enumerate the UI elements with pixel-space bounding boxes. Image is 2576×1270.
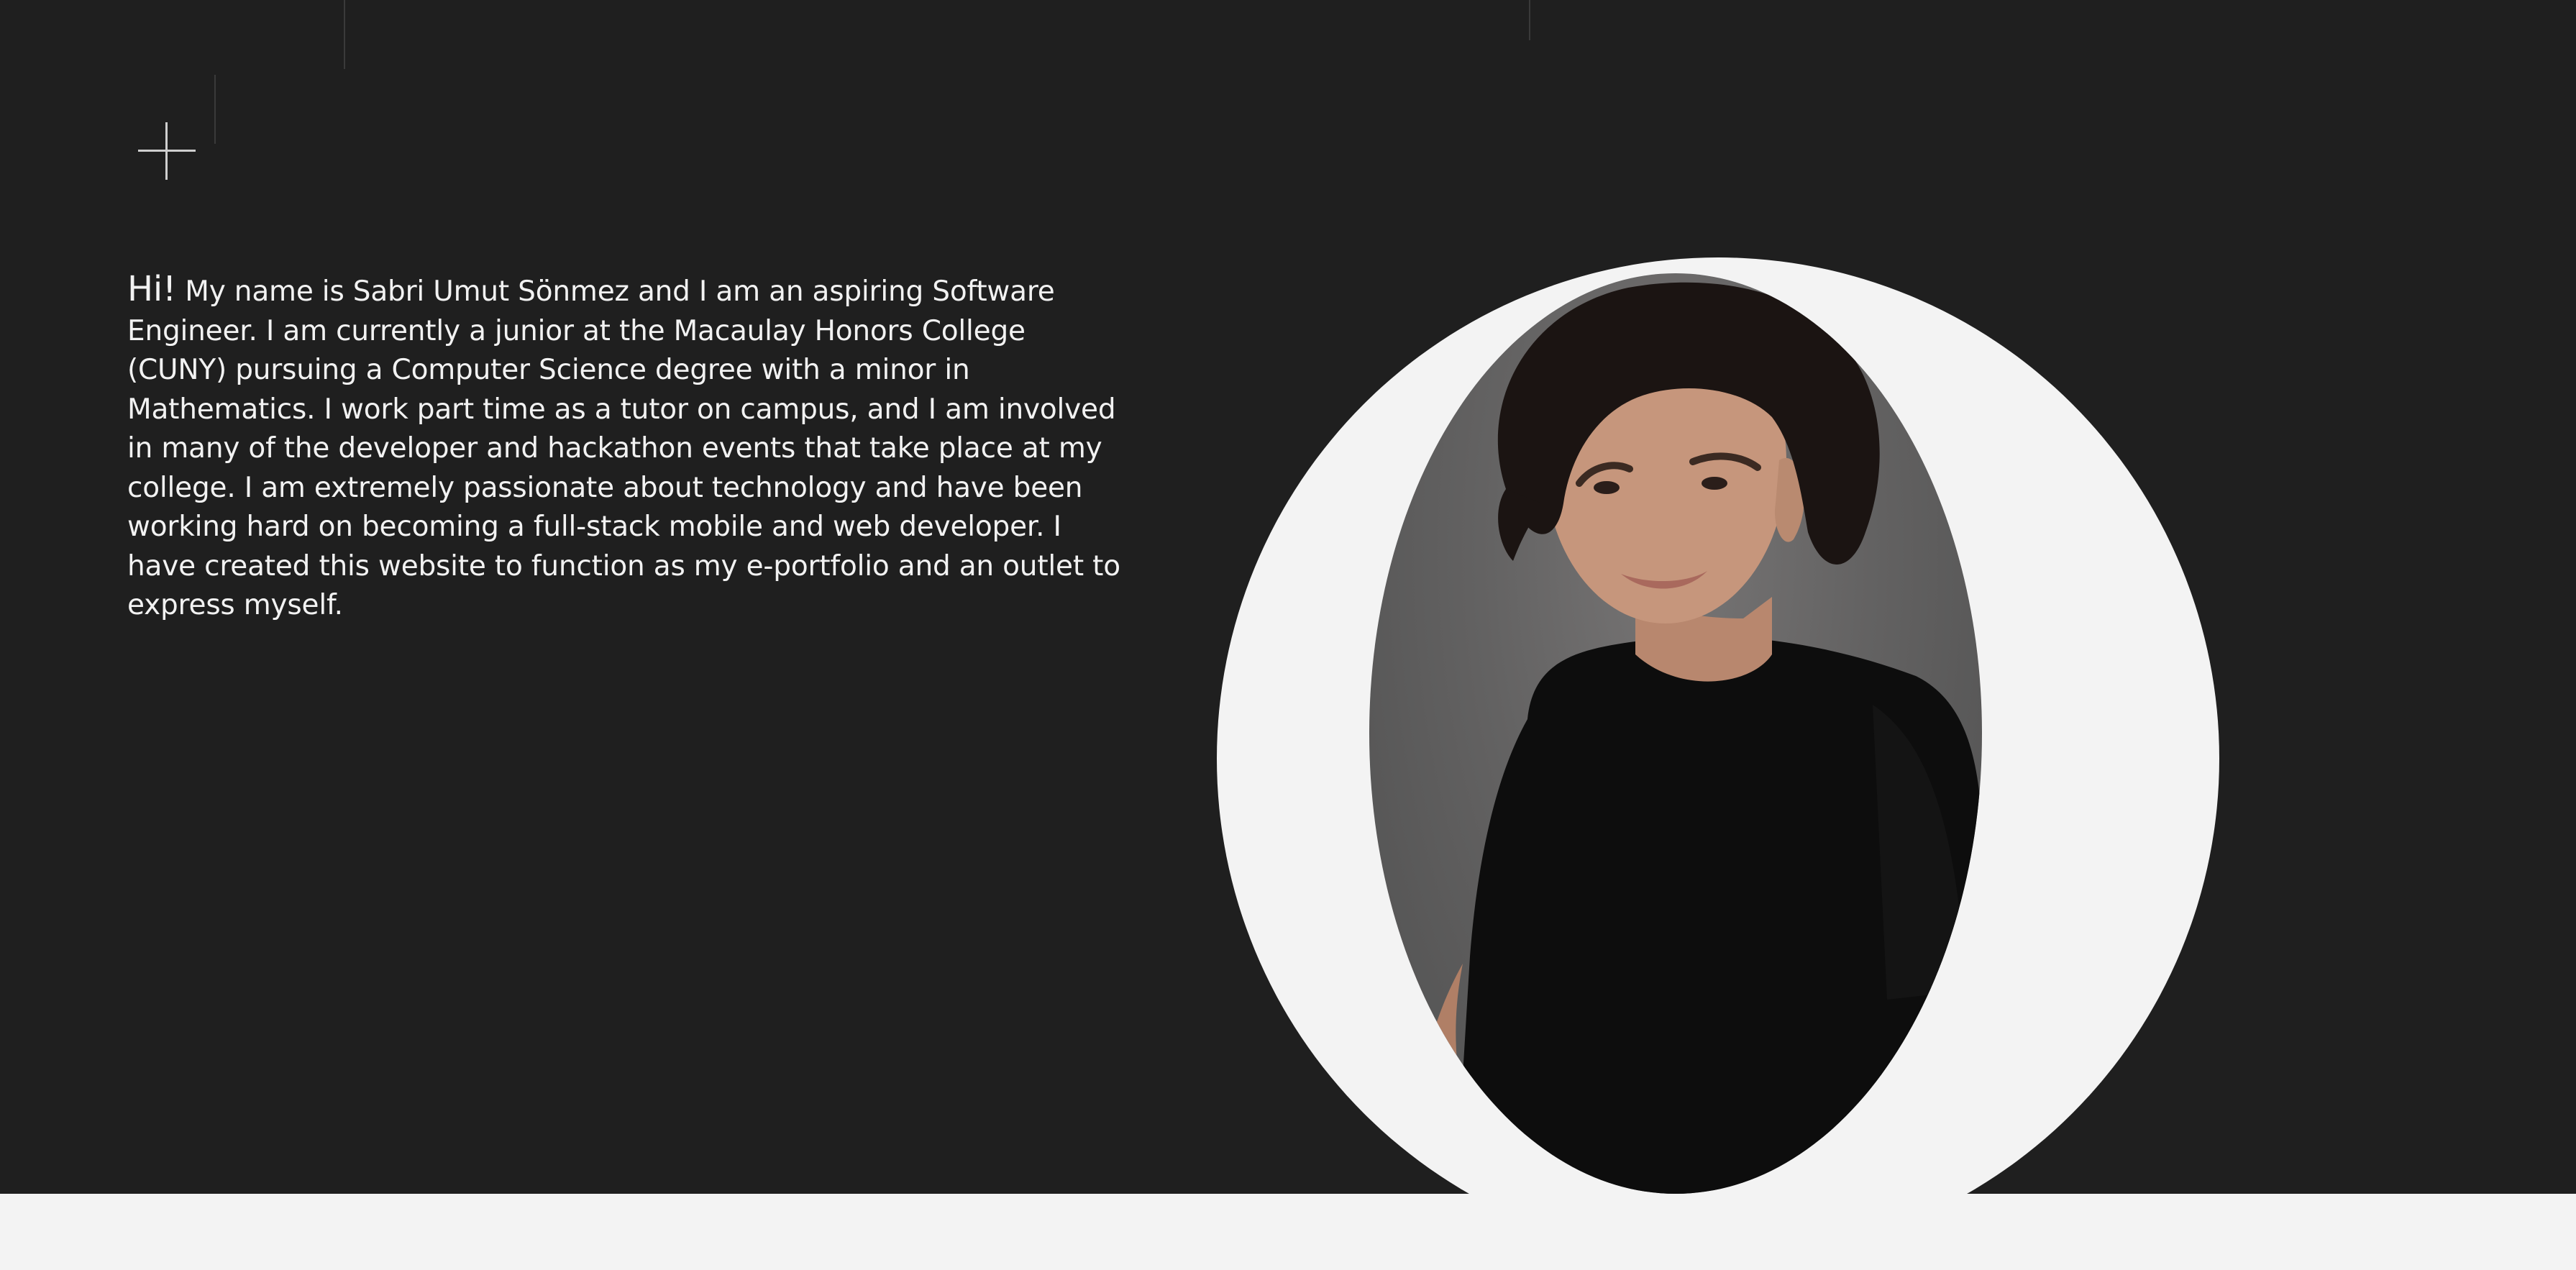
footer-band xyxy=(0,1194,2576,1270)
decorative-line xyxy=(344,0,345,69)
intro-body: My name is Sabri Umut Sönmez and I am an… xyxy=(127,275,1120,621)
decorative-line xyxy=(1529,0,1530,40)
intro-greeting: Hi! xyxy=(127,269,177,309)
decorative-line xyxy=(214,75,216,144)
plus-icon[interactable] xyxy=(131,115,203,187)
profile-portrait xyxy=(1369,273,1982,1194)
hero-section: Hi! My name is Sabri Umut Sönmez and I a… xyxy=(0,0,2576,1194)
page: Hi! My name is Sabri Umut Sönmez and I a… xyxy=(0,0,2576,1270)
intro-paragraph: Hi! My name is Sabri Umut Sönmez and I a… xyxy=(127,270,1127,626)
